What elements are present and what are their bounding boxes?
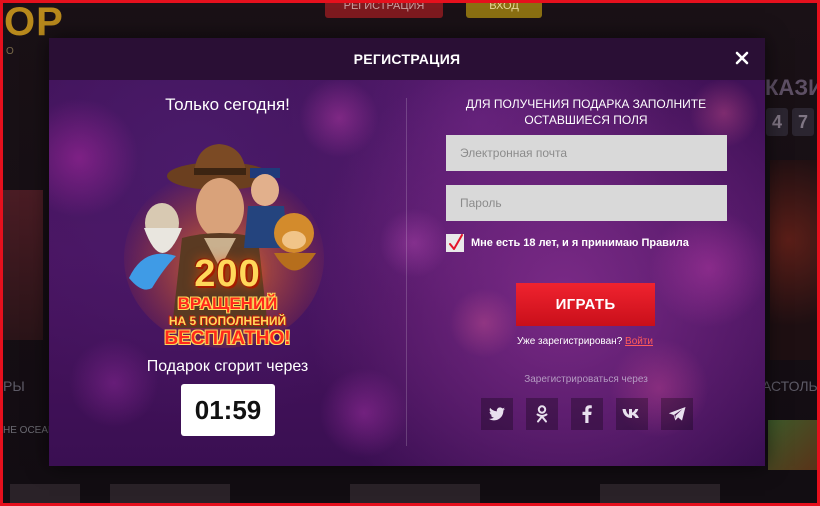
email-field[interactable] [446,135,727,171]
bg-right-heading: КАЗИ [765,75,820,100]
modal-title: РЕГИСТРАЦИЯ [353,51,461,67]
registration-modal: РЕГИСТРАЦИЯ Только сегодня! 200 ВРАЩЕНИЙ… [49,38,765,466]
terms-label: Мне есть 18 лет, и я принимаю Правила [471,237,689,249]
bg-register-button: РЕГИСТРАЦИЯ [325,0,443,18]
bokeh-light [449,288,519,358]
promo-deposits-label: НА 5 ПОПОЛНЕНИЙ [168,314,287,328]
checkmark-icon [449,234,463,250]
odnoklassniki-button[interactable] [526,398,558,430]
close-icon [735,51,749,65]
column-divider [406,98,407,446]
odnoklassniki-icon [536,405,548,423]
terms-checkbox[interactable] [446,234,464,252]
twitter-icon [489,407,505,421]
site-logo: OP [4,0,64,44]
play-button[interactable]: ИГРАТЬ [516,283,655,326]
form-heading: ДЛЯ ПОЛУЧЕНИЯ ПОДАРКА ЗАПОЛНИТЕ ОСТАВШИЕ… [465,97,707,127]
bg-jackpot-digits: 4 7 [766,108,814,136]
bg-game-row [0,470,820,506]
facebook-icon [582,405,592,423]
telegram-button[interactable] [661,398,693,430]
bg-digit: 7 [792,108,814,136]
countdown-timer: 01:59 [181,384,275,436]
login-link[interactable]: Войти [625,336,653,347]
bg-login-button: ВХОД [466,0,542,18]
promo-free-label: БЕСПЛАТНО! [164,328,291,349]
bokeh-light [319,368,409,458]
promo-today-text: Только сегодня! [165,95,290,114]
gift-expiry-label: Подарок сгорит через [146,358,309,375]
already-registered-text: Уже зарегистрирован? [517,336,623,347]
promo-spins-label: ВРАЩЕНИЙ [177,294,278,313]
bg-right-category-label: АСТОЛЬН [762,378,820,394]
register-via-label: Зарегистрироваться через [524,374,648,385]
vk-button[interactable] [616,398,648,430]
telegram-icon [668,407,686,421]
site-logo-sub: O [6,46,14,57]
vk-icon [622,409,639,418]
bg-game-tile-left [3,190,43,340]
twitter-button[interactable] [481,398,513,430]
bg-game-tile-bottom-right [768,420,818,470]
password-field[interactable] [446,185,727,221]
promo-spins-number: 200 [194,253,261,295]
bg-game-title: HE OCEAN [3,425,56,436]
bg-left-category-label: РЫ [3,378,25,394]
facebook-button[interactable] [571,398,603,430]
social-buttons [481,398,693,430]
bokeh-light [649,208,765,328]
already-registered-row: Уже зарегистрирован? Войти [517,336,653,347]
close-button[interactable] [733,49,751,67]
bg-game-tile-right [770,160,817,360]
bg-digit: 4 [766,108,788,136]
